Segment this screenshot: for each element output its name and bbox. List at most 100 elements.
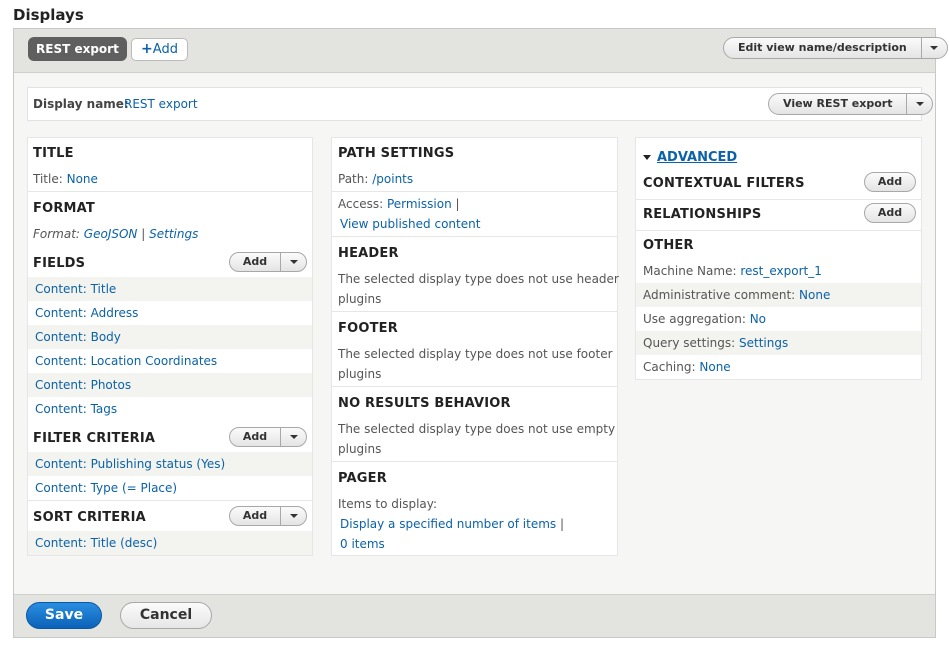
view-rest-export-button[interactable]: View REST export [768,93,934,115]
view-rest-export-dropdown-toggle[interactable] [906,94,932,114]
footer-section-heading: FOOTER [338,321,398,336]
add-display-button[interactable]: +Add [131,38,188,61]
header-section-heading: HEADER [338,246,399,261]
sort-add-label: Add [242,509,268,522]
format-settings-link[interactable]: Settings [149,227,198,241]
field-link[interactable]: Content: Title [35,282,116,296]
fields-add-dropdown-toggle[interactable] [280,253,306,271]
relationships-heading: RELATIONSHIPS [643,207,762,222]
sort-add-button[interactable]: Add [229,506,307,526]
path-label: Path: [338,172,369,186]
sort-link[interactable]: Content: Title (desc) [35,536,157,550]
sort-criteria-heading: SORT CRITERIA [33,510,146,525]
machine-name-link[interactable]: rest_export_1 [740,264,822,278]
use-aggregation-link[interactable]: No [750,312,766,326]
format-section-heading: FORMAT [33,201,95,216]
fields-add-label: Add [242,255,268,268]
field-link[interactable]: Content: Location Coordinates [35,354,217,368]
field-link[interactable]: Content: Address [35,306,138,320]
list-item[interactable]: Content: Photos [28,373,312,397]
tab-rest-export[interactable]: REST export [28,37,127,61]
caching-link[interactable]: None [699,360,730,374]
format-value-link[interactable]: GeoJSON [84,227,138,241]
contextual-filters-add-button[interactable]: Add [864,172,916,192]
footer-note-line2: plugins [338,367,382,381]
add-display-label: Add [152,42,178,57]
filter-criteria-heading: FILTER CRITERIA [33,431,156,446]
pager-separator: | [560,517,565,531]
cancel-button[interactable]: Cancel [120,602,212,629]
fields-add-button[interactable]: Add [229,252,307,272]
access-value-link[interactable]: Permission [387,197,452,211]
divider [332,191,617,192]
pager-items-link[interactable]: 0 items [340,537,385,551]
title-value-link[interactable]: None [67,172,98,186]
access-permission-link[interactable]: View published content [340,217,480,231]
use-aggregation-label: Use aggregation: [643,312,746,326]
path-setting: Path: /points [338,172,413,186]
edit-view-name-label: Edit view name/description [738,41,907,54]
no-results-note-line2: plugins [338,442,382,456]
edit-view-name-button[interactable]: Edit view name/description [723,37,948,59]
list-item[interactable]: Content: Address [28,301,312,325]
query-settings-label: Query settings: [643,336,736,350]
save-button[interactable]: Save [26,602,102,629]
access-label: Access: [338,197,384,211]
sort-add-dropdown-toggle[interactable] [280,507,306,525]
list-item[interactable]: Content: Publishing status (Yes) [28,452,312,476]
access-separator: | [455,197,460,211]
other-settings-list: Machine Name: rest_export_1 Administrati… [636,259,921,379]
list-item[interactable]: Content: Body [28,325,312,349]
fields-list: Content: Title Content: Address Content:… [28,277,312,421]
display-name-label: Display name: [33,97,129,111]
field-link[interactable]: Content: Tags [35,402,117,416]
path-settings-heading: PATH SETTINGS [338,146,455,161]
access-setting: Access: Permission | [338,197,460,211]
divider [28,191,312,192]
chevron-down-icon [289,260,298,264]
filter-add-button[interactable]: Add [229,427,307,447]
edit-view-dropdown-toggle[interactable] [920,38,947,58]
list-item[interactable]: Content: Type (= Place) [28,476,312,500]
field-link[interactable]: Content: Photos [35,378,131,392]
advanced-toggle[interactable]: ADVANCED [643,150,737,165]
pager-setting: Display a specified number of items | [340,517,564,531]
display-name-link[interactable]: REST export [124,97,198,111]
filter-link[interactable]: Content: Publishing status (Yes) [35,457,225,471]
footer-note-line1: The selected display type does not use f… [338,347,613,361]
list-item[interactable]: Content: Title (desc) [28,531,312,555]
list-item[interactable]: Content: Location Coordinates [28,349,312,373]
list-item[interactable]: Content: Title [28,277,312,301]
title-section-heading: TITLE [33,146,74,161]
pager-type-link[interactable]: Display a specified number of items [340,517,556,531]
list-item: Machine Name: rest_export_1 [636,259,921,283]
divider [332,236,617,237]
path-value-link[interactable]: /points [372,172,413,186]
chevron-down-icon [930,46,939,50]
query-settings-link[interactable]: Settings [739,336,788,350]
header-note-line1: The selected display type does not use h… [338,272,619,286]
chevron-down-icon [289,514,298,518]
page-title: Displays [13,6,84,24]
admin-comment-link[interactable]: None [799,288,830,302]
filter-add-dropdown-toggle[interactable] [280,428,306,446]
pager-heading: PAGER [338,471,387,486]
relationships-add-button[interactable]: Add [864,203,916,223]
advanced-link[interactable]: ADVANCED [657,150,737,165]
view-rest-export-label: View REST export [783,97,893,110]
list-item: Caching: None [636,355,921,379]
contextual-filters-heading: CONTEXTUAL FILTERS [643,176,805,191]
list-item[interactable]: Content: Tags [28,397,312,421]
title-label: Title: [33,172,63,186]
divider [28,500,312,501]
caching-label: Caching: [643,360,696,374]
machine-name-label: Machine Name: [643,264,737,278]
fields-section-heading: FIELDS [33,256,86,271]
field-link[interactable]: Content: Body [35,330,121,344]
format-label: Format: [33,227,80,241]
divider [636,230,921,231]
chevron-down-icon [289,435,298,439]
divider [332,461,617,462]
filter-link[interactable]: Content: Type (= Place) [35,481,177,495]
format-setting: Format: GeoJSON | Settings [33,227,198,241]
